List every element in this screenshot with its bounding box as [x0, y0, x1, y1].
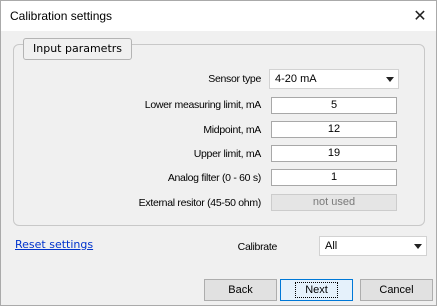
- reset-settings-link[interactable]: Reset settings: [15, 238, 93, 251]
- lower-limit-label: Lower measuring limit, mA: [144, 99, 262, 111]
- next-button[interactable]: Next: [280, 279, 353, 301]
- calibrate-dropdown[interactable]: All: [319, 236, 427, 256]
- sensor-type-value: 4-20 mA: [275, 73, 317, 85]
- sensor-type-dropdown[interactable]: 4-20 mA: [269, 69, 399, 89]
- group-legend: Input parametrs: [23, 38, 133, 60]
- upper-limit-input[interactable]: 19: [271, 145, 397, 162]
- analog-filter-input[interactable]: 1: [271, 169, 397, 186]
- midpoint-input[interactable]: 12: [271, 121, 397, 138]
- window-title: Calibration settings: [10, 9, 113, 23]
- title-bar: Calibration settings ✕: [1, 1, 436, 31]
- lower-limit-input[interactable]: 5: [271, 97, 397, 114]
- back-button[interactable]: Back: [204, 279, 277, 301]
- external-resistor-input: not used: [271, 194, 397, 211]
- close-icon[interactable]: ✕: [408, 4, 432, 28]
- chevron-down-icon: [386, 77, 394, 82]
- calibrate-value: All: [325, 240, 338, 252]
- analog-filter-label: Analog filter (0 - 60 s): [167, 172, 261, 184]
- cancel-button[interactable]: Cancel: [360, 279, 433, 301]
- calibration-dialog: Calibration settings ✕ Input parametrs S…: [0, 0, 437, 306]
- midpoint-label: Midpoint, mA: [203, 124, 261, 136]
- external-resistor-label: External resitor (45-50 ohm): [138, 197, 262, 209]
- sensor-type-label: Sensor type: [208, 73, 261, 85]
- calibrate-label: Calibrate: [237, 241, 278, 253]
- upper-limit-label: Upper limit, mA: [193, 148, 262, 160]
- next-button-label: Next: [295, 282, 338, 298]
- chevron-down-icon: [414, 244, 422, 249]
